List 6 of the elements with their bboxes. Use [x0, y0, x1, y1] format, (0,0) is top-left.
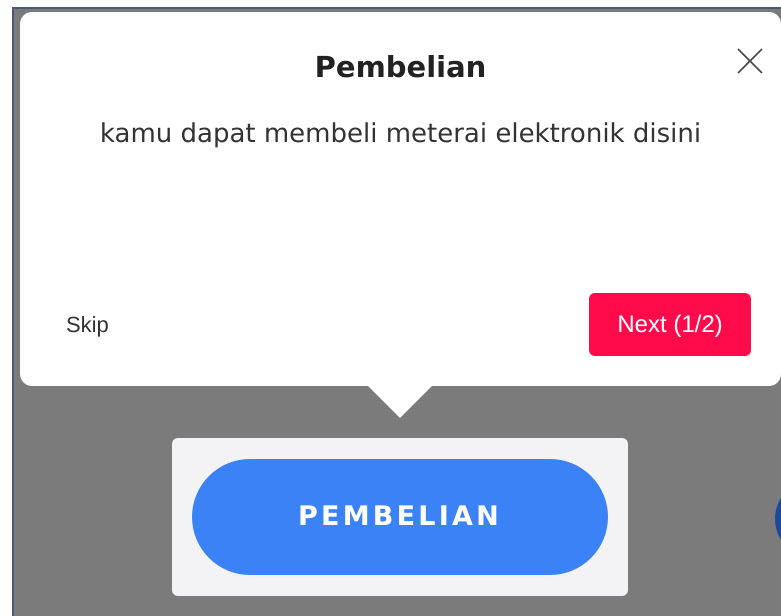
close-button[interactable]: [735, 46, 765, 76]
purchase-button[interactable]: PEMBELIAN: [192, 459, 608, 575]
popup-message: kamu dapat membeli meterai elektronik disini: [98, 118, 702, 151]
popup-title: Pembelian: [314, 49, 486, 86]
skip-button[interactable]: Skip: [66, 308, 109, 341]
next-button[interactable]: Next (1/2): [589, 293, 751, 356]
